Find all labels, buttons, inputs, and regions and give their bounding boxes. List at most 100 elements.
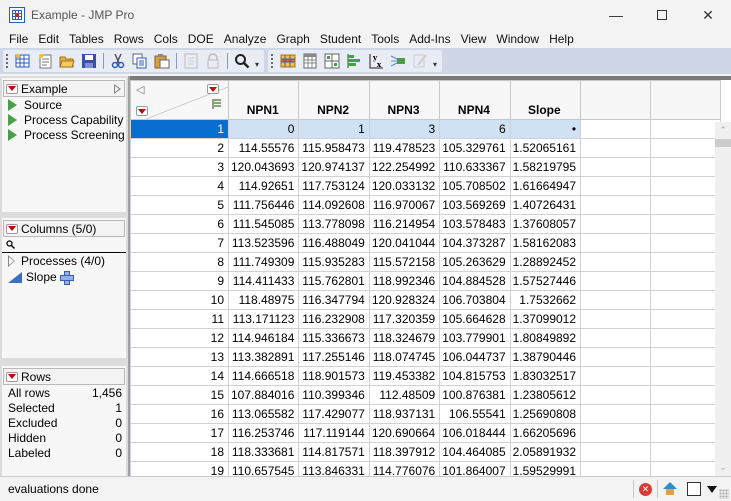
- menu-student[interactable]: Student: [315, 32, 366, 46]
- cell-npn2[interactable]: 117.429077: [298, 404, 370, 424]
- red-triangle-menu-icon[interactable]: [6, 83, 18, 94]
- table-script-source[interactable]: Source: [2, 97, 126, 112]
- cell-npn4[interactable]: 105.664628: [439, 309, 511, 329]
- cell-npn1[interactable]: 116.253746: [227, 423, 300, 443]
- empty-cell[interactable]: [650, 385, 722, 405]
- cell-npn3[interactable]: 120.041044: [368, 233, 441, 253]
- empty-cell[interactable]: [580, 347, 652, 367]
- empty-cell[interactable]: [580, 157, 652, 177]
- empty-cell[interactable]: [650, 119, 722, 139]
- menu-tables[interactable]: Tables: [64, 32, 109, 46]
- menu-doe[interactable]: DOE: [183, 32, 219, 46]
- cell-slope[interactable]: 1.83032517: [509, 366, 582, 386]
- empty-cell[interactable]: [650, 233, 722, 253]
- empty-cell[interactable]: [580, 404, 652, 424]
- empty-cell[interactable]: [650, 214, 722, 234]
- row-number[interactable]: 8: [130, 252, 229, 272]
- empty-cell[interactable]: [580, 423, 652, 443]
- table-row[interactable]: 2 114.55576 115.958473 119.478523 105.329761…: [130, 138, 722, 158]
- cell-npn4[interactable]: 6: [439, 119, 511, 139]
- empty-cell[interactable]: [650, 442, 722, 462]
- row-number[interactable]: 2: [130, 138, 229, 158]
- cell-npn3[interactable]: 3: [368, 119, 441, 139]
- table-row[interactable]: 13 113.382891 117.255146 118.074745 106.0447…: [130, 347, 722, 367]
- cell-npn4[interactable]: 105.708502: [439, 176, 511, 196]
- cell-npn4[interactable]: 106.55541: [439, 404, 511, 424]
- cell-npn4[interactable]: 104.373287: [439, 233, 511, 253]
- cell-slope[interactable]: 1.58219795: [509, 157, 582, 177]
- continuous-modeling-type-icon[interactable]: [8, 271, 22, 283]
- cell-npn1[interactable]: 114.946184: [227, 328, 300, 348]
- cell-npn3[interactable]: 116.214954: [368, 214, 441, 234]
- cell-npn2[interactable]: 110.399346: [298, 385, 370, 405]
- cell-npn3[interactable]: 117.320359: [368, 309, 441, 329]
- cell-npn1[interactable]: 118.333681: [227, 442, 300, 462]
- cell-npn1[interactable]: 114.55576: [227, 138, 300, 158]
- empty-cell[interactable]: [650, 366, 722, 386]
- table-row[interactable]: 16 113.065582 117.429077 118.937131 106.5554…: [130, 404, 722, 424]
- cell-npn2[interactable]: 116.347794: [298, 290, 370, 310]
- cell-npn4[interactable]: 106.703804: [439, 290, 511, 310]
- header-graph-icon[interactable]: [212, 99, 221, 109]
- empty-cell[interactable]: [650, 404, 722, 424]
- cell-npn4[interactable]: 103.779901: [439, 328, 511, 348]
- red-triangle-menu-icon[interactable]: [6, 371, 18, 382]
- row-number[interactable]: 11: [130, 309, 229, 329]
- cell-npn2[interactable]: 115.958473: [298, 138, 370, 158]
- cell-npn1[interactable]: 113.171123: [227, 309, 300, 329]
- stop-icon[interactable]: ✕: [639, 482, 652, 496]
- cell-npn4[interactable]: 104.884528: [439, 271, 511, 291]
- cell-npn4[interactable]: 106.018444: [439, 423, 511, 443]
- column-search-field[interactable]: [2, 237, 126, 253]
- cell-npn2[interactable]: 117.753124: [298, 176, 370, 196]
- empty-cell[interactable]: [650, 271, 722, 291]
- table-row[interactable]: 17 116.253746 117.119144 120.690664 106.0184…: [130, 423, 722, 443]
- empty-cell[interactable]: [650, 423, 722, 443]
- table-row[interactable]: 12 114.946184 115.336673 118.324679 103.7799…: [130, 328, 722, 348]
- table-row[interactable]: 14 114.666518 118.901573 119.453382 104.8157…: [130, 366, 722, 386]
- column-item-slope[interactable]: Slope: [2, 269, 126, 285]
- cell-npn3[interactable]: 118.324679: [368, 328, 441, 348]
- cell-npn3[interactable]: 118.074745: [368, 347, 441, 367]
- menu-graph[interactable]: Graph: [271, 32, 314, 46]
- empty-cell[interactable]: [580, 119, 652, 139]
- row-number[interactable]: 9: [130, 271, 229, 291]
- row-number[interactable]: 14: [130, 366, 229, 386]
- run-script-icon[interactable]: [8, 128, 17, 141]
- cell-npn2[interactable]: 115.935283: [298, 252, 370, 272]
- cell-npn2[interactable]: 117.119144: [298, 423, 370, 443]
- table-row[interactable]: 4 114.92651 117.753124 120.033132 105.708502…: [130, 176, 722, 196]
- table-row[interactable]: 15 107.884016 110.399346 112.48509 100.87638…: [130, 385, 722, 405]
- cell-slope[interactable]: 1.37608057: [509, 214, 582, 234]
- column-header-empty[interactable]: [650, 80, 722, 120]
- row-number[interactable]: 1: [130, 119, 229, 139]
- empty-cell[interactable]: [580, 328, 652, 348]
- row-number[interactable]: 13: [130, 347, 229, 367]
- run-script-icon[interactable]: [8, 113, 17, 126]
- cell-npn1[interactable]: 114.666518: [227, 366, 300, 386]
- cell-npn1[interactable]: 111.749309: [227, 252, 300, 272]
- vertical-scrollbar[interactable]: ⌃ ⌄: [715, 122, 731, 476]
- empty-cell[interactable]: [650, 252, 722, 272]
- toolbar-overflow-button[interactable]: ▾: [431, 51, 439, 71]
- table-script-process-screening[interactable]: Process Screening: [2, 127, 126, 142]
- new-script-button[interactable]: [35, 51, 55, 71]
- close-button[interactable]: ✕: [685, 0, 731, 30]
- empty-cell[interactable]: [580, 214, 652, 234]
- empty-cell[interactable]: [650, 195, 722, 215]
- row-number[interactable]: 17: [130, 423, 229, 443]
- table-row[interactable]: 5 111.756446 114.092608 116.970067 103.56926…: [130, 195, 722, 215]
- table-row[interactable]: 9 114.411433 115.762801 118.992346 104.88452…: [130, 271, 722, 291]
- cut-button[interactable]: [108, 51, 128, 71]
- empty-cell[interactable]: [580, 309, 652, 329]
- distribution-button[interactable]: [344, 51, 364, 71]
- cell-npn2[interactable]: 1: [298, 119, 370, 139]
- cell-slope[interactable]: 1.58162083: [509, 233, 582, 253]
- scroll-down-button[interactable]: ⌄: [715, 459, 731, 476]
- cell-npn4[interactable]: 100.876381: [439, 385, 511, 405]
- menu-edit[interactable]: Edit: [33, 32, 64, 46]
- cell-npn1[interactable]: 114.411433: [227, 271, 300, 291]
- table-row[interactable]: 3 120.043693 120.974137 122.254992 110.63336…: [130, 157, 722, 177]
- empty-cell[interactable]: [580, 195, 652, 215]
- table-row[interactable]: 7 113.523596 116.488049 120.041044 104.37328…: [130, 233, 722, 253]
